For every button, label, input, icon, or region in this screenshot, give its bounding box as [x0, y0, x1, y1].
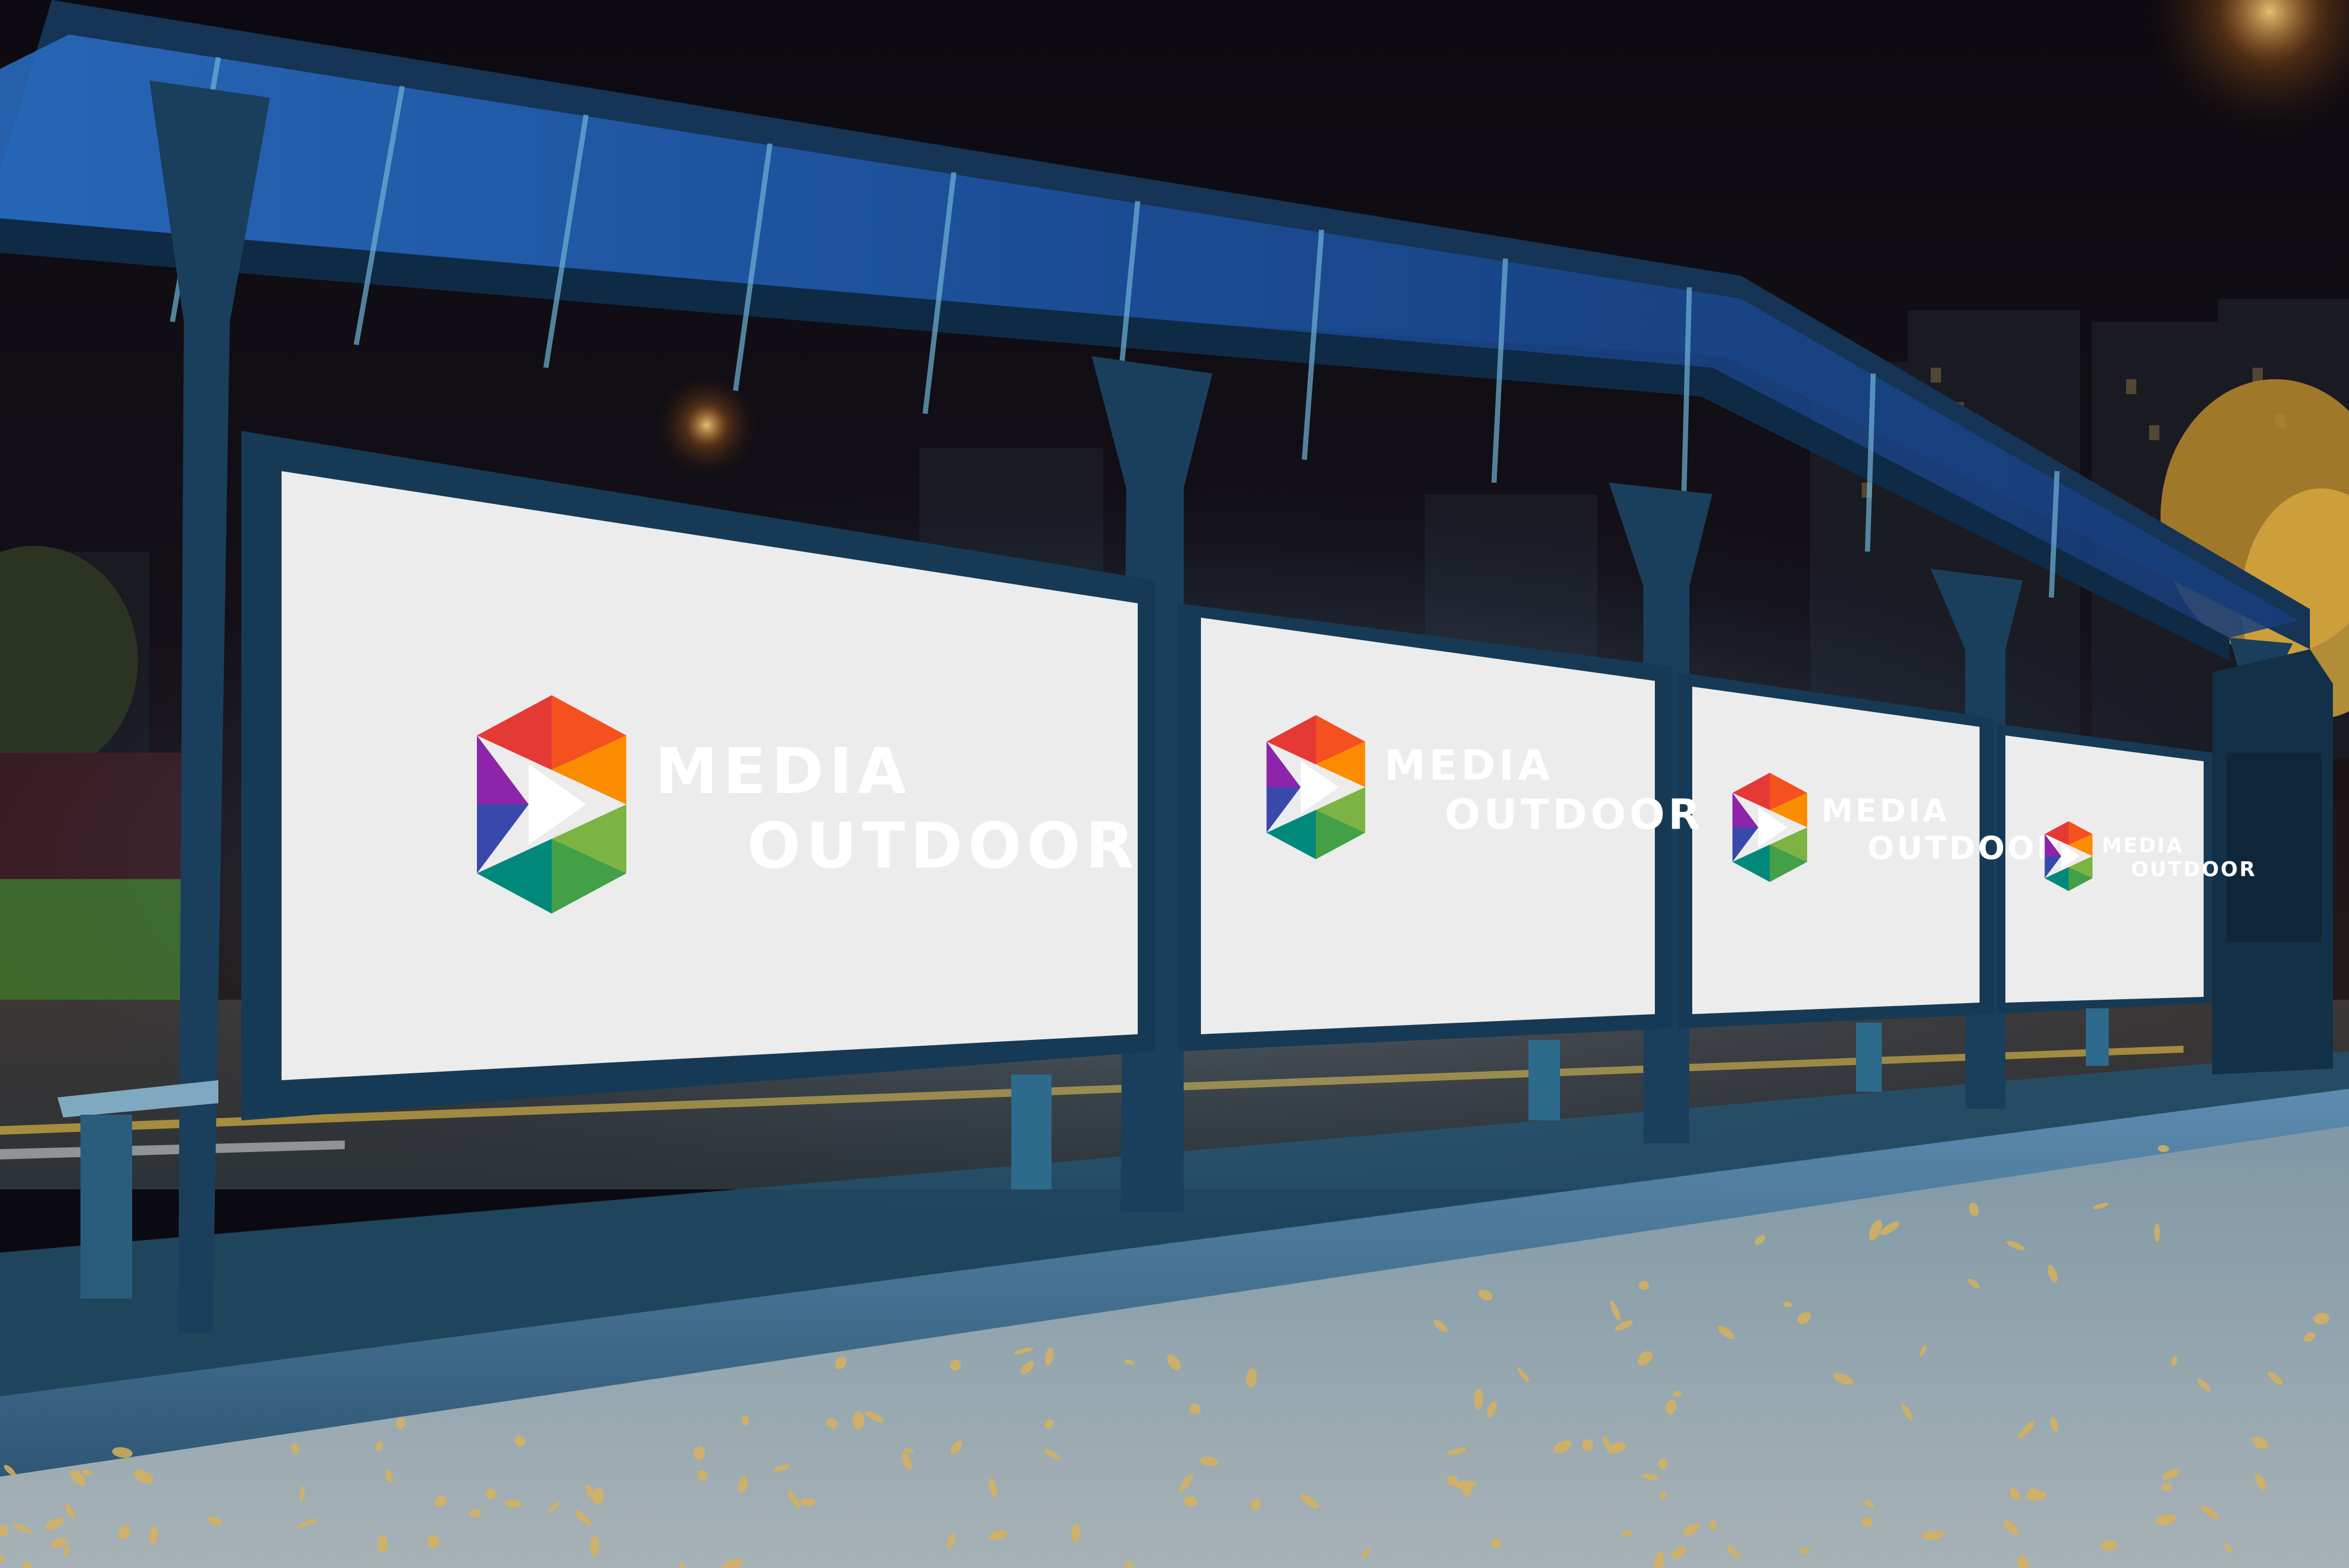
bus-stop-scene: MEDIAOUTDOORMEDIAOUTDOOR MEDIAOUTDOOR MEDI… — [0, 0, 2349, 1568]
brand-line-2: OUTDOOR — [1867, 830, 2063, 866]
brand-line-1: MEDIA — [1384, 742, 1553, 790]
leaf — [590, 1536, 599, 1557]
brand-line-2: OUTDOOR — [2131, 858, 2256, 881]
brand-line-1: MEDIA — [655, 734, 911, 808]
brand-line-2: OUTDOOR — [747, 809, 1139, 883]
leaf — [1582, 1439, 1593, 1451]
leaf — [2154, 1223, 2160, 1242]
street-lamp-glow — [655, 373, 758, 477]
brand-line-1: MEDIA — [2102, 834, 2184, 858]
brand-line-2: OUTDOOR — [1445, 791, 1703, 839]
brand-line-1: MEDIA — [1822, 792, 1950, 829]
